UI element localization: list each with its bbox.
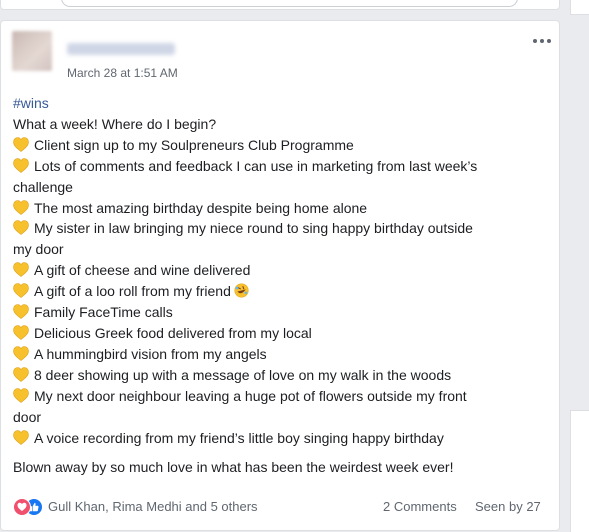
list-item: Lots of comments and feedback I can use … xyxy=(13,156,553,177)
yellow-heart-icon xyxy=(13,262,29,278)
rolling-laughing-emoji-icon xyxy=(234,283,249,298)
post-timestamp[interactable]: March 28 at 1:51 AM xyxy=(67,66,178,80)
list-item: Client sign up to my Soulpreneurs Club P… xyxy=(13,135,553,156)
post-closing: Blown away by so much love in what has b… xyxy=(13,459,454,476)
yellow-heart-icon xyxy=(13,137,29,152)
list-item: A voice recording from my friend’s littl… xyxy=(13,428,553,449)
yellow-heart-icon xyxy=(13,387,29,403)
more-options-icon[interactable] xyxy=(531,35,553,47)
hashtag-link[interactable]: #wins xyxy=(13,95,49,111)
post-content: #wins What a week! Where do I begin? Cli… xyxy=(13,93,553,478)
composer-bar xyxy=(61,0,518,7)
right-column-panel xyxy=(570,0,589,15)
yellow-heart-icon xyxy=(13,367,29,382)
list-item: 8 deer showing up with a message of love… xyxy=(13,365,553,386)
author-name-redacted[interactable] xyxy=(67,43,175,55)
post-intro: What a week! Where do I begin? xyxy=(13,115,217,132)
yellow-heart-icon xyxy=(13,304,29,319)
post-footer: Gull Khan, Rima Medhi and 5 others 2 Com… xyxy=(13,496,549,516)
yellow-heart-icon xyxy=(13,220,29,236)
avatar[interactable] xyxy=(12,31,52,71)
comments-link[interactable]: 2 Comments xyxy=(383,499,457,514)
yellow-heart-icon xyxy=(13,199,29,215)
list-item: Family FaceTime calls xyxy=(13,302,553,323)
yellow-heart-icon xyxy=(13,325,29,340)
reactors-link[interactable]: Gull Khan, Rima Medhi and 5 others xyxy=(48,499,258,514)
list-item: A gift of cheese and wine delivered xyxy=(13,260,553,281)
love-reaction-icon xyxy=(13,498,31,516)
yellow-heart-icon xyxy=(13,158,29,173)
seen-by-count[interactable]: Seen by 27 xyxy=(475,499,541,514)
list-item: A gift of a loo roll from my friend xyxy=(13,281,553,302)
yellow-heart-icon xyxy=(13,346,29,361)
list-item: The most amazing birthday despite being … xyxy=(13,198,553,219)
list-item-continuation: challenge xyxy=(13,178,73,195)
reaction-icons[interactable] xyxy=(13,498,47,516)
list-item: My next door neighbour leaving a huge po… xyxy=(13,386,553,407)
yellow-heart-icon xyxy=(13,429,29,445)
list-item-continuation: my door xyxy=(13,241,64,258)
list-item-continuation: door xyxy=(13,408,42,425)
list-item: Delicious Greek food delivered from my l… xyxy=(13,323,553,344)
post-card: March 28 at 1:51 AM #wins What a week! W… xyxy=(0,20,560,531)
list-item: A hummingbird vision from my angels xyxy=(13,344,553,365)
list-item: My sister in law bringing my niece round… xyxy=(13,218,553,239)
previous-card xyxy=(0,0,560,10)
right-column-panel-lower xyxy=(570,410,589,532)
yellow-heart-icon xyxy=(13,283,29,299)
